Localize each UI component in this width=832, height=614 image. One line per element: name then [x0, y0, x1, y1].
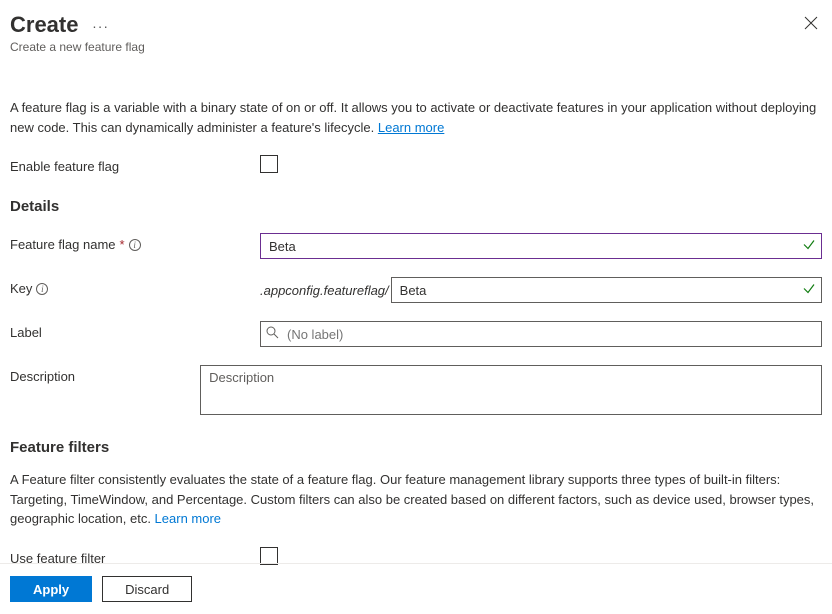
checkmark-icon	[802, 238, 816, 255]
more-icon[interactable]: ···	[92, 12, 109, 34]
description-label: Description	[10, 365, 200, 384]
key-prefix: .appconfig.featureflag/	[260, 283, 389, 298]
name-input[interactable]	[260, 233, 822, 259]
description-textarea[interactable]	[200, 365, 822, 415]
apply-button[interactable]: Apply	[10, 576, 92, 602]
close-button[interactable]	[800, 12, 822, 38]
search-icon	[266, 326, 279, 342]
filters-heading: Feature filters	[10, 439, 822, 456]
filters-learn-more-link[interactable]: Learn more	[155, 511, 221, 526]
label-input[interactable]	[260, 321, 822, 347]
name-label: Feature flag name * i	[10, 233, 260, 252]
intro-learn-more-link[interactable]: Learn more	[378, 120, 444, 135]
discard-button[interactable]: Discard	[102, 576, 192, 602]
label-label: Label	[10, 321, 260, 340]
name-label-text: Feature flag name	[10, 237, 116, 252]
checkmark-icon	[802, 282, 816, 299]
info-icon[interactable]: i	[36, 283, 48, 295]
info-icon[interactable]: i	[129, 239, 141, 251]
enable-flag-checkbox[interactable]	[260, 155, 278, 173]
filters-intro: A Feature filter consistently evaluates …	[10, 470, 822, 529]
intro-text: A feature flag is a variable with a bina…	[10, 98, 822, 137]
key-label: Key i	[10, 277, 260, 296]
details-heading: Details	[10, 198, 822, 215]
close-icon	[804, 16, 818, 30]
page-subtitle: Create a new feature flag	[10, 40, 800, 54]
page-title: Create	[10, 12, 78, 38]
use-filter-checkbox[interactable]	[260, 547, 278, 565]
filters-body: A Feature filter consistently evaluates …	[10, 472, 814, 526]
key-label-text: Key	[10, 281, 32, 296]
required-asterisk: *	[120, 237, 125, 252]
key-input[interactable]	[391, 277, 822, 303]
enable-flag-label: Enable feature flag	[10, 155, 260, 174]
